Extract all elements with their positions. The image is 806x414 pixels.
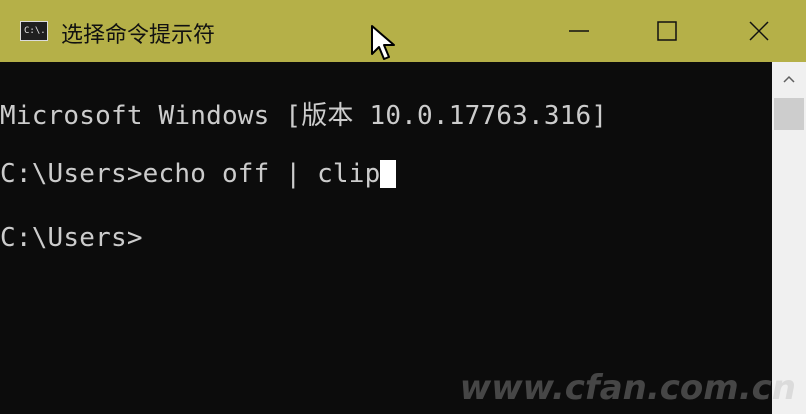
maximize-icon (657, 21, 677, 41)
close-button[interactable] (712, 0, 806, 62)
scrollbar-thumb[interactable] (774, 98, 804, 130)
console-line-prompt: C:\Users> (0, 223, 143, 253)
console-output[interactable]: Microsoft Windows [版本 10.0.17763.316] C:… (0, 62, 772, 414)
watermark: www.cfan.com.cn (459, 368, 796, 408)
console-line-command: C:\Users>echo off | clip (0, 159, 397, 189)
mouse-cursor-icon (371, 25, 395, 60)
chevron-up-icon (783, 75, 795, 83)
minimize-icon (569, 30, 589, 32)
window-title: 选择命令提示符 (61, 23, 216, 48)
command-prompt-window: C:\. 选择命令提示符 Microsoft Windows [版本 10.0.… (0, 0, 806, 414)
text-caret (380, 160, 397, 188)
console-line-command-text: C:\Users>echo off | clip (0, 159, 381, 189)
cmd-app-icon[interactable]: C:\. (20, 21, 48, 41)
maximize-button[interactable] (620, 0, 714, 62)
minimize-button[interactable] (532, 0, 626, 62)
cmd-icon-label: C:\. (24, 26, 46, 36)
close-icon (749, 21, 769, 41)
console-line-version: Microsoft Windows [版本 10.0.17763.316] (0, 101, 608, 131)
scroll-up-button[interactable] (772, 62, 806, 96)
title-bar[interactable]: C:\. 选择命令提示符 (0, 0, 806, 62)
vertical-scrollbar[interactable] (772, 62, 806, 414)
